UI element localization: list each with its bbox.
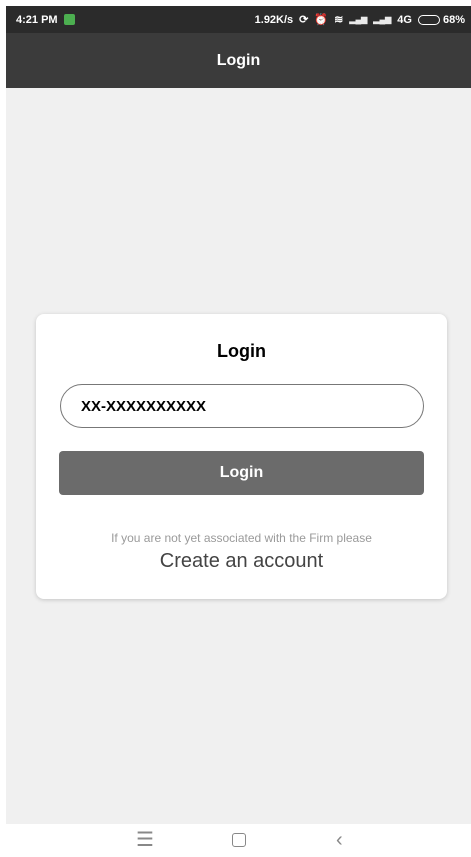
login-card-title: Login (217, 341, 266, 361)
alarm-icon: ⏰ (314, 14, 329, 26)
login-button[interactable]: Login (59, 451, 424, 495)
page-title: Login (216, 51, 261, 69)
create-account-link[interactable]: Create an account (36, 550, 447, 573)
main-content: Login Login If you are not yet associate… (6, 88, 471, 824)
status-bar: 4:21 PM 1.92K/s ⟳ ⏰ ≋ ▂▄▆ ▂▄▆ 4G 68% (6, 6, 471, 33)
system-nav-bar: ☰ ‹ (6, 824, 471, 857)
menu-icon[interactable]: ☰ (136, 829, 154, 851)
app-bar: Login (6, 33, 471, 88)
signal-icon-2: ▂▄▆ (373, 15, 392, 24)
sync-icon: ⟳ (299, 14, 309, 26)
app-notification-icon (63, 14, 75, 25)
status-time: 4:21 PM (16, 13, 58, 26)
back-chevron-icon[interactable]: ‹ (336, 829, 343, 851)
home-square-icon[interactable] (232, 833, 246, 847)
mobile-number-input[interactable] (60, 384, 424, 428)
signal-icon: ▂▄▆ (349, 15, 368, 24)
wifi-icon: ≋ (334, 14, 344, 26)
login-card: Login Login If you are not yet associate… (36, 314, 447, 599)
battery-icon (417, 14, 440, 25)
network-type: 4G (397, 13, 412, 26)
signup-hint-text: If you are not yet associated with the F… (111, 531, 372, 545)
battery-indicator: 68% (417, 13, 465, 26)
battery-percent: 68% (442, 13, 465, 26)
network-speed: 1.92K/s (254, 13, 294, 26)
